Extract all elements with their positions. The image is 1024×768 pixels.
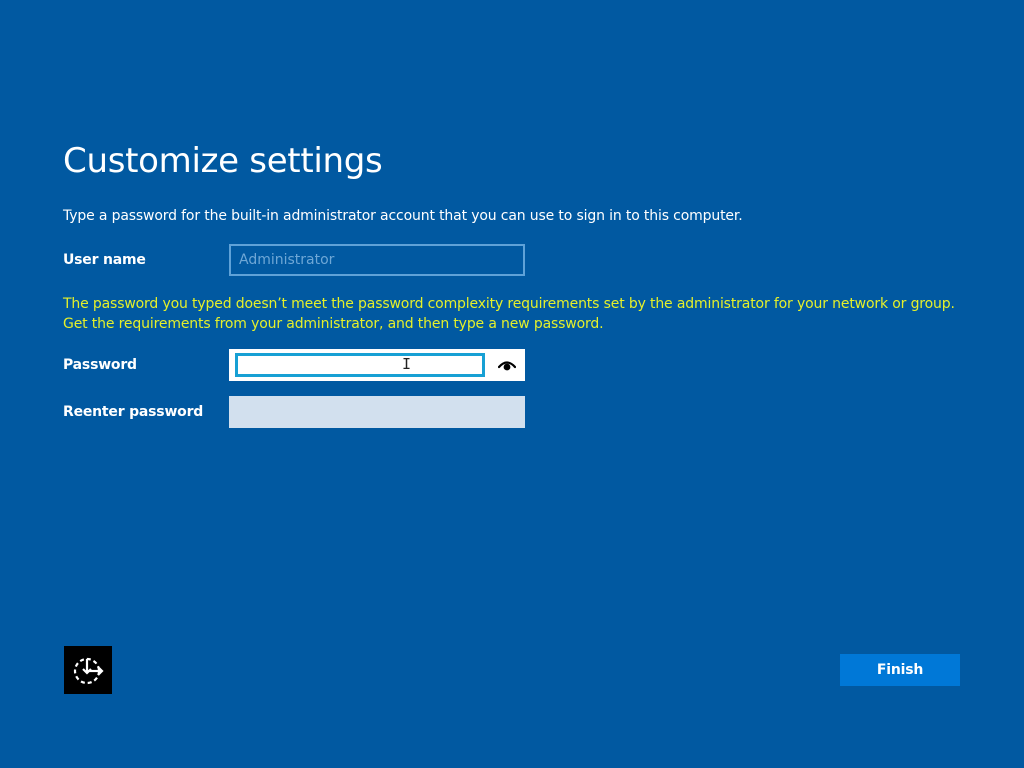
ease-of-access-button[interactable] (64, 646, 112, 694)
text-cursor-icon: I (402, 355, 412, 373)
password-input[interactable] (235, 353, 485, 377)
reenter-password-label: Reenter password (63, 404, 204, 420)
eye-icon (498, 361, 516, 371)
reenter-password-field[interactable] (229, 396, 525, 428)
password-label: Password (63, 357, 137, 373)
username-input[interactable] (231, 246, 523, 274)
username-label: User name (63, 252, 146, 268)
page-title: Customize settings (63, 141, 383, 181)
ease-of-access-icon (73, 657, 104, 685)
finish-button[interactable]: Finish (840, 654, 960, 686)
reveal-password-button[interactable] (489, 349, 525, 381)
instruction-text: Type a password for the built-in adminis… (63, 208, 743, 224)
password-field[interactable]: I (229, 349, 525, 381)
username-field[interactable] (229, 244, 525, 276)
password-error-message: The password you typed doesn’t meet the … (63, 296, 955, 332)
reenter-password-input[interactable] (229, 396, 525, 428)
